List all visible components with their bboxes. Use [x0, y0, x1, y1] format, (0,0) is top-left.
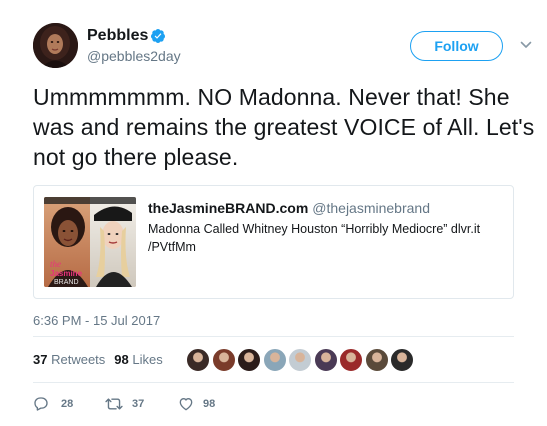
quoted-tweet-image[interactable]: the Jasmine BRAND — [44, 197, 136, 287]
liker-avatar[interactable] — [262, 348, 287, 372]
svg-text:the: the — [50, 259, 61, 269]
likes-stat[interactable]: 98 Likes — [114, 352, 162, 367]
svg-text:Jasmine: Jasmine — [50, 269, 83, 278]
liker-avatar[interactable] — [186, 348, 210, 372]
chevron-down-icon[interactable] — [520, 40, 532, 50]
liker-avatar[interactable] — [339, 348, 363, 372]
user-handle[interactable]: @pebbles2day — [87, 48, 181, 64]
quoted-tweet-card[interactable]: the Jasmine BRAND theJasmineBRAND.com @th… — [33, 185, 514, 299]
retweets-label: Retweets — [51, 352, 106, 367]
quoted-tweet-text: Madonna Called Whitney Houston “Horribly… — [148, 222, 481, 254]
retweet-icon — [105, 398, 123, 410]
divider — [33, 336, 514, 337]
quoted-tweet-author[interactable]: theJasmineBRAND.com @thejasminebrand — [148, 200, 430, 216]
tweet-stats: 37 Retweets 98 Likes — [33, 352, 163, 368]
verified-badge-icon — [150, 29, 165, 43]
retweets-count: 37 — [33, 352, 48, 367]
heart-icon — [179, 398, 193, 411]
svg-text:BRAND: BRAND — [54, 279, 79, 286]
liker-avatar[interactable] — [211, 348, 236, 372]
reply-icon — [34, 397, 48, 411]
display-name[interactable]: Pebbles — [87, 27, 148, 45]
liker-avatar[interactable] — [288, 348, 312, 372]
liker-avatar[interactable] — [313, 348, 338, 372]
like-count: 98 — [203, 398, 216, 410]
liker-avatar[interactable] — [390, 348, 414, 372]
liker-avatar[interactable] — [364, 348, 389, 372]
quoted-author-name: theJasmineBRAND.com — [148, 200, 309, 216]
follow-button[interactable]: Follow — [410, 31, 503, 61]
likes-label: Likes — [132, 352, 163, 367]
retweets-stat[interactable]: 37 Retweets — [33, 352, 105, 367]
likes-count: 98 — [114, 352, 129, 367]
divider — [33, 382, 514, 383]
avatar[interactable] — [33, 23, 78, 68]
tweet-timestamp[interactable]: 6:36 PM - 15 Jul 2017 — [33, 313, 160, 329]
quoted-author-handle: @thejasminebrand — [312, 200, 430, 216]
liker-avatar[interactable] — [237, 348, 261, 372]
reply-count: 28 — [61, 398, 74, 410]
liker-avatars — [186, 348, 416, 372]
tweet-text: Ummmmmmm. NO Madonna. Never that! She wa… — [33, 84, 535, 170]
retweet-count: 37 — [132, 398, 145, 410]
